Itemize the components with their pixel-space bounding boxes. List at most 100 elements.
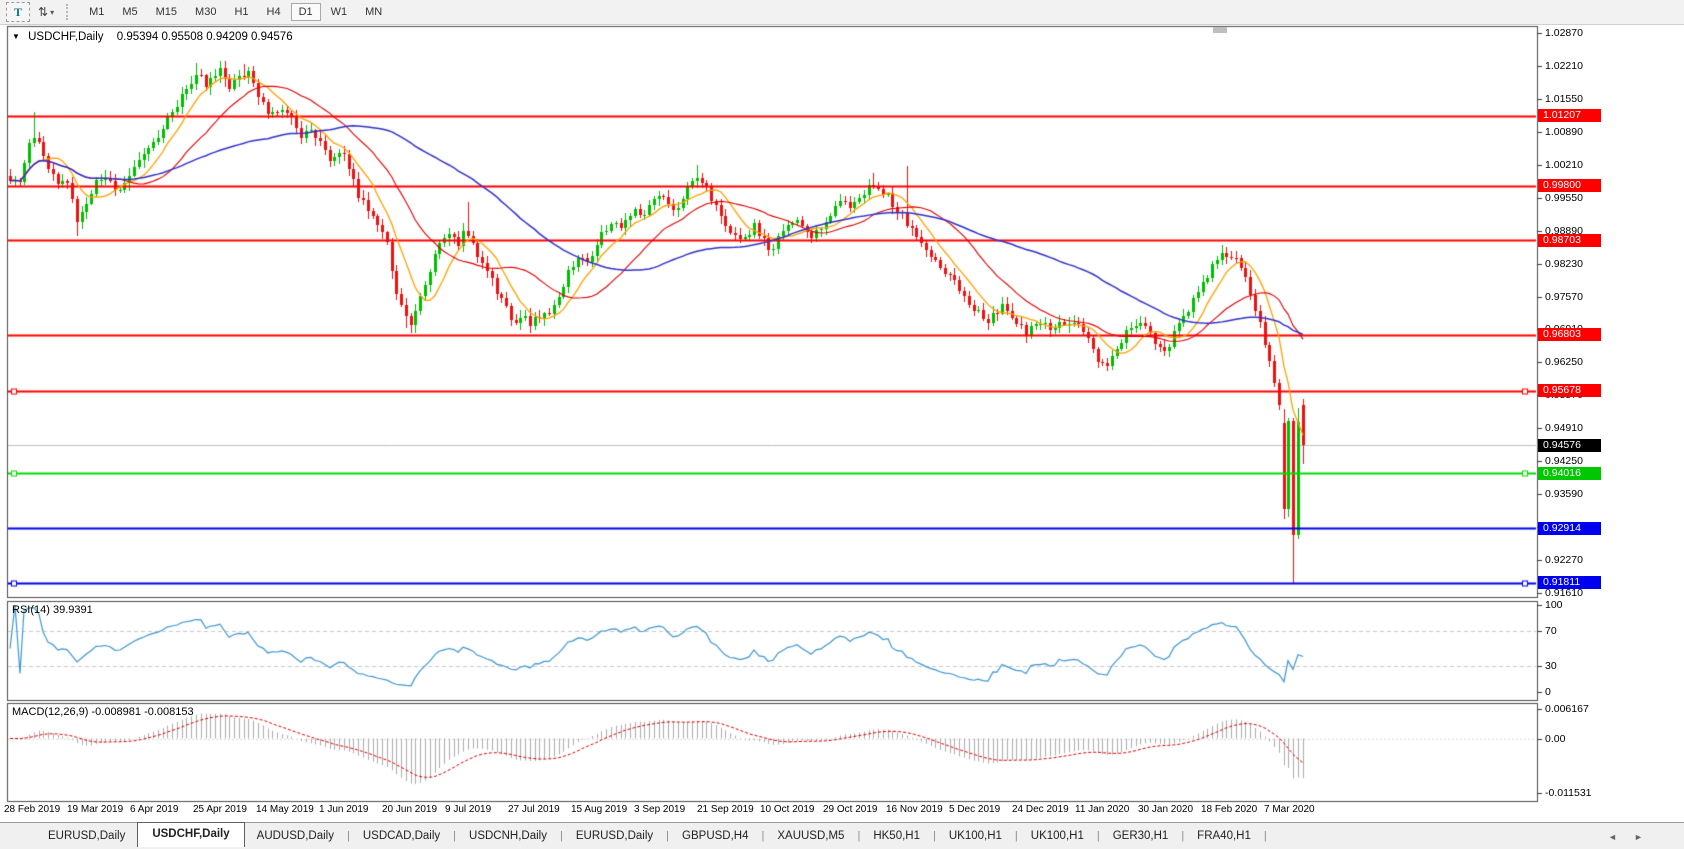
y-axis-tick-label: 0.99550: [1545, 192, 1583, 204]
x-axis-date-label: 30 Jan 2020: [1138, 804, 1193, 815]
x-axis-date-label: 7 Mar 2020: [1264, 804, 1315, 815]
x-axis-date-label: 3 Sep 2019: [634, 804, 685, 815]
x-axis-date-label: 11 Jan 2020: [1075, 804, 1129, 815]
tab-separator: |: [666, 830, 669, 842]
chart-shift-marker[interactable]: [1213, 27, 1227, 33]
y-axis-tick-label: 1.00890: [1545, 126, 1583, 138]
chart-tab-usdchf-daily[interactable]: USDCHF,Daily: [137, 822, 244, 847]
timeframe-buttons: M1M5M15M30H1H4D1W1MN: [80, 3, 391, 21]
x-axis-date-label: 15 Aug 2019: [571, 804, 627, 815]
y-axis-tick-label: 0.96250: [1545, 356, 1583, 368]
x-axis-date-label: 18 Feb 2020: [1201, 804, 1257, 815]
x-axis-date-label: 9 Jul 2019: [445, 804, 491, 815]
collapse-triangle-icon[interactable]: ▼: [12, 32, 20, 41]
chart-tab-eurusd-daily[interactable]: EURUSD,Daily: [36, 826, 137, 846]
tab-separator: |: [347, 830, 350, 842]
chart-tab-fra40-h1[interactable]: FRA40,H1: [1185, 826, 1263, 846]
x-axis-date-label: 25 Apr 2019: [193, 804, 247, 815]
chart-tab-xauusd-m5[interactable]: XAUUSD,M5: [765, 826, 856, 846]
hline-price-tag: 0.94016: [1538, 467, 1601, 480]
hline-price-tag: 0.92914: [1538, 522, 1601, 535]
chart-tab-audusd-daily[interactable]: AUDUSD,Daily: [245, 826, 346, 846]
toolbar: T ⇅ ▾ M1M5M15M30H1H4D1W1MN: [0, 0, 1684, 25]
chart-tab-ger30-h1[interactable]: GER30,H1: [1101, 826, 1181, 846]
y-axis-tick-label: 1.00210: [1545, 159, 1583, 171]
timeframe-button-mn[interactable]: MN: [357, 3, 390, 21]
tab-scroll-left-icon[interactable]: ◄: [1608, 832, 1617, 842]
arrows-tool-button[interactable]: ⇅ ▾: [38, 3, 54, 21]
timeframe-button-h1[interactable]: H1: [226, 3, 256, 21]
y-axis-tick-label: 1.02870: [1545, 27, 1583, 39]
tab-separator: |: [560, 830, 563, 842]
x-axis-date-label: 5 Dec 2019: [949, 804, 1000, 815]
tab-separator: |: [857, 830, 860, 842]
timeframe-button-h4[interactable]: H4: [259, 3, 289, 21]
chart-tab-uk100-h1[interactable]: UK100,H1: [1019, 826, 1096, 846]
chart-tab-eurusd-daily[interactable]: EURUSD,Daily: [564, 826, 665, 846]
tab-separator: |: [1097, 830, 1100, 842]
timeframe-button-m15[interactable]: M15: [148, 3, 185, 21]
y-axis-tick-label: 0.94250: [1545, 455, 1583, 467]
tab-separator: |: [453, 830, 456, 842]
x-axis-date-label: 1 Jun 2019: [319, 804, 369, 815]
tab-separator: |: [762, 830, 765, 842]
arrows-icon: ⇅: [38, 5, 48, 19]
tab-scroll-right-icon[interactable]: ►: [1634, 832, 1643, 842]
chart-tab-gbpusd-h4[interactable]: GBPUSD,H4: [670, 826, 760, 846]
tab-separator: |: [1015, 830, 1018, 842]
chart-tab-usdcad-daily[interactable]: USDCAD,Daily: [351, 826, 452, 846]
chart-tab-uk100-h1[interactable]: UK100,H1: [937, 826, 1014, 846]
indicator-axis-label: -0.011531: [1545, 787, 1592, 799]
y-axis-tick-label: 1.02210: [1545, 60, 1583, 72]
hline-price-tag: 0.99800: [1538, 179, 1601, 192]
y-axis-tick-label: 0.92270: [1545, 554, 1583, 566]
x-axis-date-label: 6 Apr 2019: [130, 804, 178, 815]
macd-label: MACD(12,26,9) -0.008981 -0.008153: [12, 706, 194, 718]
x-axis-date-label: 24 Dec 2019: [1012, 804, 1069, 815]
dropdown-caret-icon: ▾: [50, 8, 54, 17]
chart-canvas[interactable]: [0, 0, 1684, 849]
y-axis-tick-label: 0.93590: [1545, 488, 1583, 500]
timeframe-button-m5[interactable]: M5: [114, 3, 145, 21]
chart-tab-bar: EURUSD,DailyUSDCHF,DailyAUDUSD,Daily|USD…: [0, 822, 1684, 849]
toolbar-separator: [66, 4, 72, 20]
x-axis-date-label: 27 Jul 2019: [508, 804, 560, 815]
x-axis-date-label: 14 May 2019: [256, 804, 314, 815]
x-axis-date-label: 10 Oct 2019: [760, 804, 814, 815]
x-axis-date-label: 28 Feb 2019: [4, 804, 60, 815]
chart-tab-usdcnh-daily[interactable]: USDCNH,Daily: [457, 826, 559, 846]
tab-separator: |: [933, 830, 936, 842]
chart-title: ▼ USDCHF,Daily 0.95394 0.95508 0.94209 0…: [12, 31, 293, 43]
chart-symbol: USDCHF,Daily: [28, 31, 103, 43]
tab-separator: |: [1181, 830, 1184, 842]
chart-ohlc-values: 0.95394 0.95508 0.94209 0.94576: [117, 31, 293, 43]
hline-price-tag: 0.95678: [1538, 384, 1601, 397]
indicator-axis-label: 0: [1545, 686, 1551, 698]
indicator-axis-label: 0.00: [1545, 733, 1565, 745]
rsi-label: RSI(14) 39.9391: [12, 604, 93, 616]
timeframe-button-w1[interactable]: W1: [323, 3, 356, 21]
indicator-axis-label: 100: [1545, 599, 1563, 611]
timeframe-button-m30[interactable]: M30: [187, 3, 224, 21]
tab-separator: |: [1264, 830, 1267, 842]
x-axis-date-label: 19 Mar 2019: [67, 804, 123, 815]
y-axis-tick-label: 0.94910: [1545, 422, 1583, 434]
timeframe-button-m1[interactable]: M1: [81, 3, 112, 21]
indicator-axis-label: 70: [1545, 625, 1557, 637]
x-axis-date-label: 21 Sep 2019: [697, 804, 754, 815]
x-axis-date-label: 16 Nov 2019: [886, 804, 943, 815]
hline-price-tag: 0.91811: [1538, 576, 1601, 589]
indicator-axis-label: 0.006167: [1545, 703, 1589, 715]
chart-tab-hk50-h1[interactable]: HK50,H1: [861, 826, 932, 846]
timeframe-button-d1[interactable]: D1: [291, 3, 321, 21]
x-axis-date-label: 20 Jun 2019: [382, 804, 437, 815]
y-axis-tick-label: 0.97570: [1545, 291, 1583, 303]
indicator-axis-label: 30: [1545, 660, 1557, 672]
x-axis-date-label: 29 Oct 2019: [823, 804, 877, 815]
text-tool-button[interactable]: T: [6, 2, 30, 22]
hline-price-tag: 0.96803: [1538, 328, 1601, 341]
text-tool-icon: T: [14, 5, 22, 20]
hline-price-tag: 1.01207: [1538, 109, 1601, 122]
y-axis-tick-label: 0.98230: [1545, 258, 1583, 270]
hline-price-tag: 0.98703: [1538, 234, 1601, 247]
